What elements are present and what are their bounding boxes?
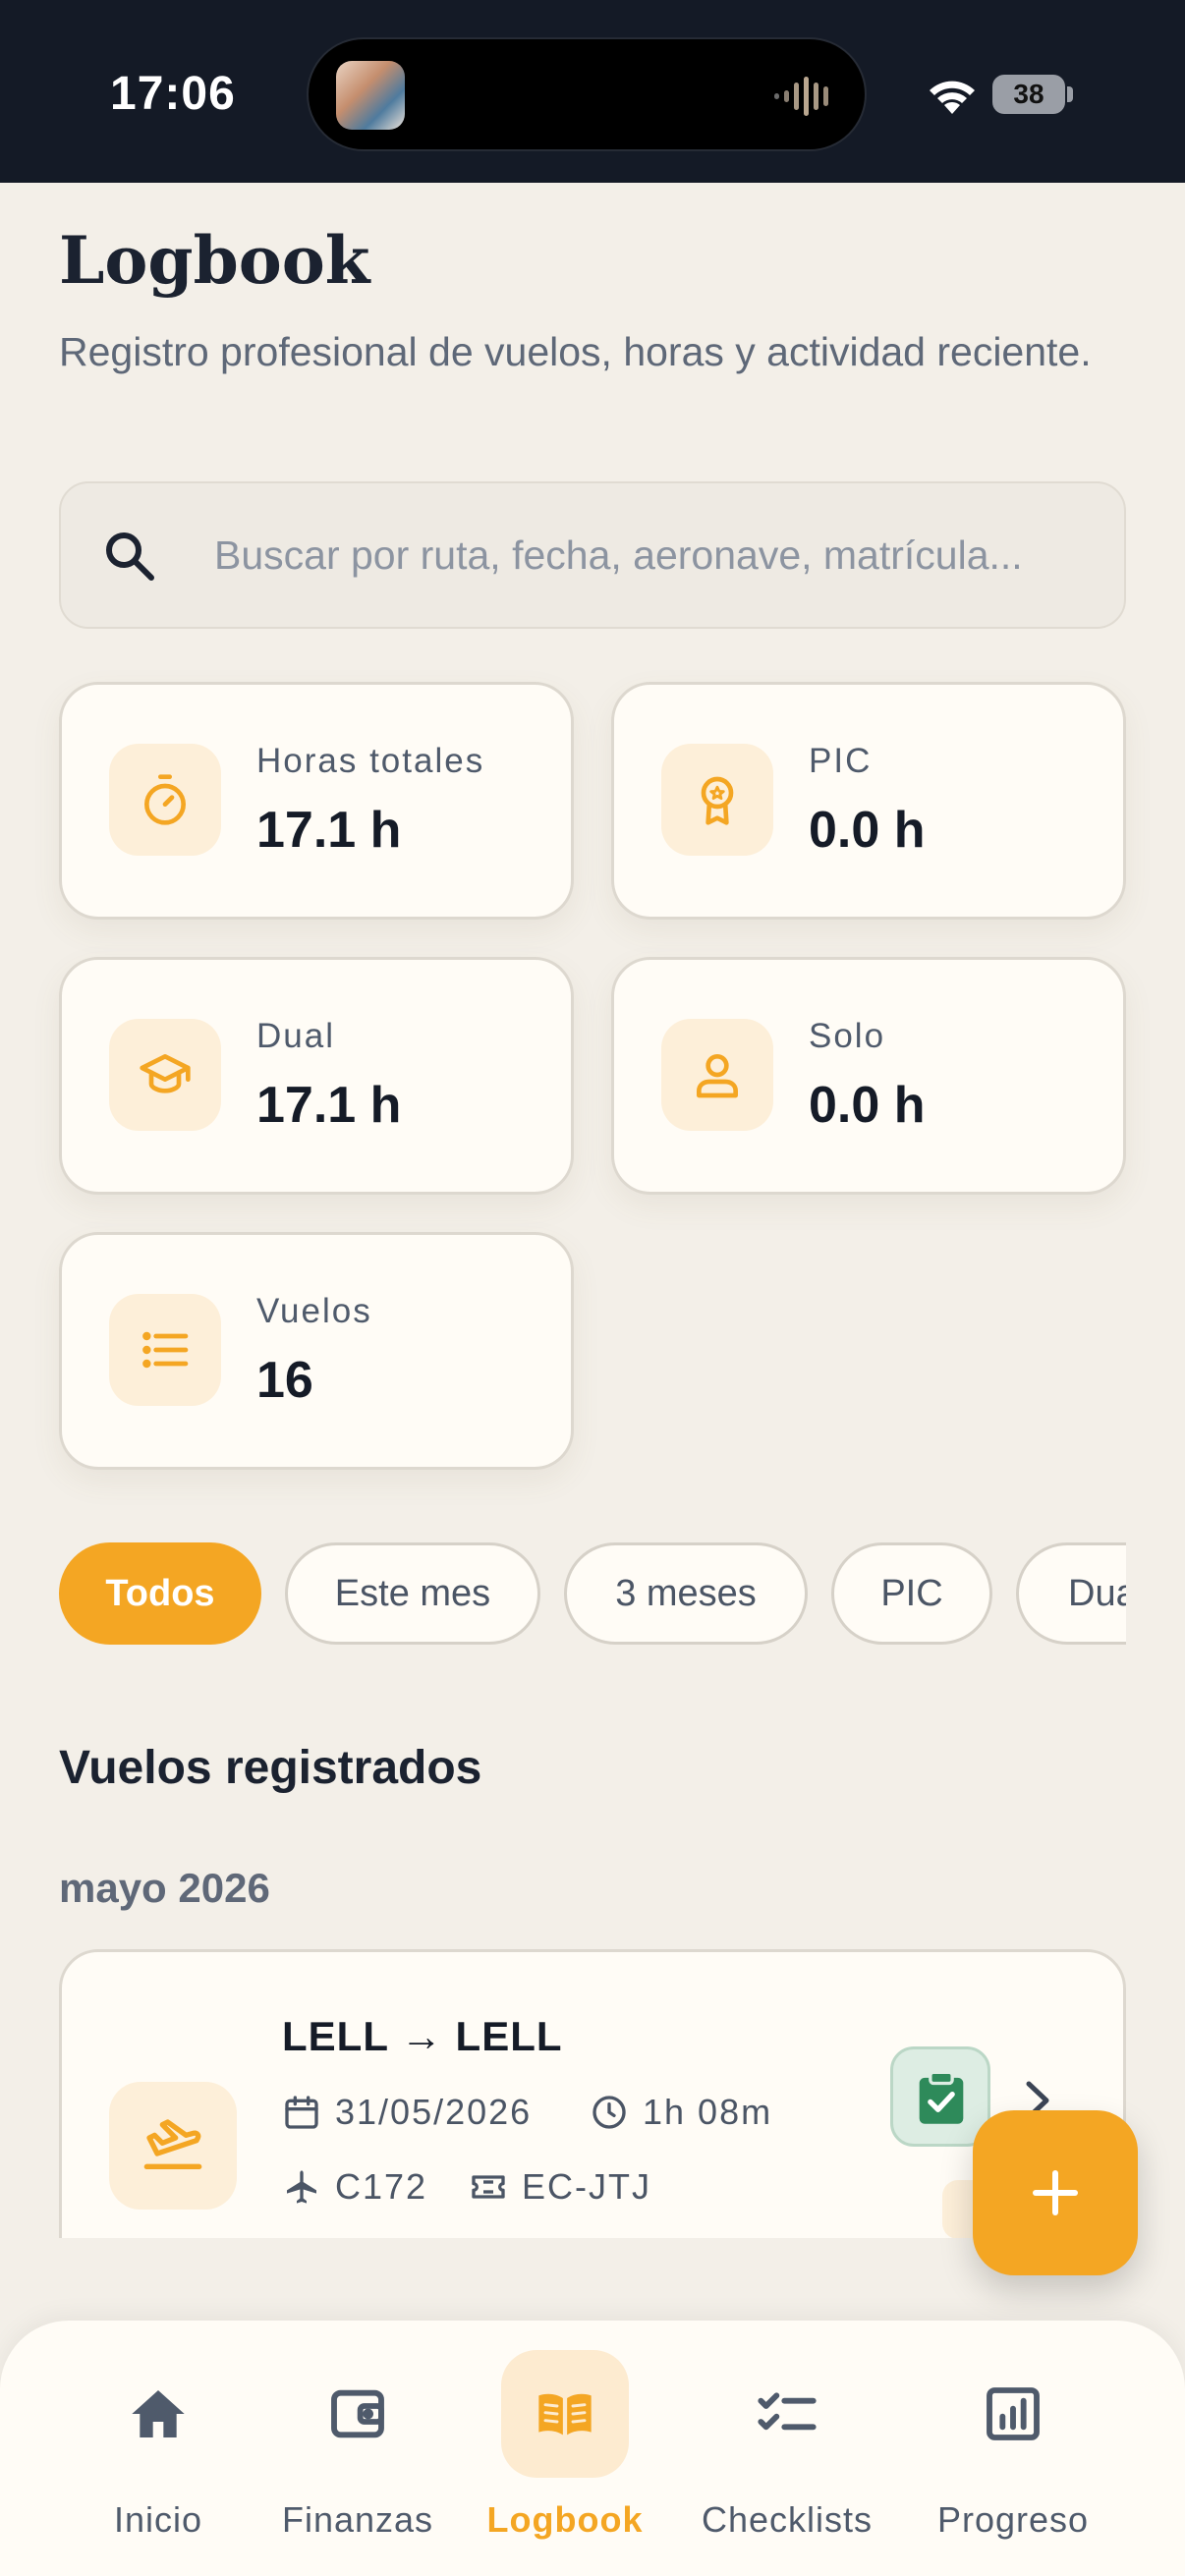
bottom-navigation: Inicio Finanzas Logbook Checklists Progr… [0, 2321, 1185, 2576]
plus-icon [1033, 2170, 1078, 2215]
nav-label: Progreso [936, 2499, 1090, 2540]
search-bar[interactable] [59, 481, 1126, 629]
clock-icon [592, 2096, 626, 2129]
flight-route: LELL → LELL [282, 2013, 563, 2059]
flight-aircraft: C172 [282, 2166, 427, 2208]
flight-registration-text: EC-JTJ [522, 2166, 651, 2207]
status-bar: 17:06 38 [0, 0, 1185, 183]
stat-card-flights[interactable]: Vuelos 16 [59, 1232, 574, 1470]
wifi-icon [930, 81, 975, 114]
nav-icon-container [294, 2350, 422, 2478]
stat-icon-container [661, 744, 773, 856]
stat-label: Dual [256, 1017, 335, 1055]
stat-card-total-hours[interactable]: Horas totales 17.1 h [59, 682, 574, 920]
nav-label: Logbook [486, 2499, 644, 2540]
nav-label: Finanzas [281, 2499, 434, 2540]
flight-list: LELL → LELL 31/05/2026 1h 08m C172 EC-JT… [59, 1949, 1126, 2238]
flight-verified-badge [890, 2046, 990, 2147]
audio-waveform-icon [774, 77, 828, 116]
badge-icon [701, 776, 734, 825]
filter-chip-pic[interactable]: PIC [831, 1542, 992, 1645]
home-icon [132, 2390, 185, 2437]
stat-label: Vuelos [256, 1292, 372, 1330]
dynamic-island[interactable] [307, 37, 867, 151]
page-title: Logbook [59, 222, 370, 299]
nav-item-inicio[interactable]: Inicio [60, 2321, 256, 2576]
wallet-icon [331, 2389, 384, 2438]
battery-indicator: 38 [992, 75, 1065, 114]
page-subtitle: Registro profesional de vuelos, horas y … [59, 329, 1092, 374]
flight-date: 31/05/2026 [282, 2092, 532, 2133]
nav-item-logbook[interactable]: Logbook [467, 2321, 663, 2576]
flight-registration: EC-JTJ [469, 2166, 651, 2208]
nav-icon-container [94, 2350, 222, 2478]
nav-icon-container [723, 2350, 851, 2478]
nav-item-finanzas[interactable]: Finanzas [259, 2321, 456, 2576]
stat-label: Solo [809, 1017, 886, 1055]
checklist-icon [758, 2392, 817, 2431]
nav-icon-container [949, 2350, 1077, 2478]
book-open-icon [538, 2393, 592, 2436]
month-header: mayo 2026 [59, 1865, 270, 1911]
flight-icon-container [109, 2082, 237, 2210]
flight-date-text: 31/05/2026 [335, 2092, 533, 2132]
search-input[interactable] [214, 483, 1099, 627]
bar-chart-icon [987, 2387, 1040, 2440]
nav-item-checklists[interactable]: Checklists [689, 2321, 885, 2576]
filter-chip-este-mes[interactable]: Este mes [285, 1542, 540, 1645]
stat-label: Horas totales [256, 742, 485, 780]
stat-card-pic[interactable]: PIC 0.0 h [611, 682, 1126, 920]
stat-value: 0.0 h [809, 1077, 926, 1134]
filter-chip-3-meses[interactable]: 3 meses [564, 1542, 808, 1645]
calendar-icon [285, 2096, 318, 2129]
add-flight-button[interactable] [973, 2110, 1138, 2275]
filter-chip-row[interactable]: Todos Este mes 3 meses PIC Dual [0, 1533, 1126, 1660]
stat-icon-container [661, 1019, 773, 1131]
filter-chip-dual[interactable]: Dual [1016, 1542, 1126, 1645]
plane-landing-icon [143, 2119, 202, 2169]
person-icon [697, 1054, 738, 1098]
stat-value: 16 [256, 1352, 313, 1409]
stat-card-solo[interactable]: Solo 0.0 h [611, 957, 1126, 1195]
search-icon [106, 532, 154, 581]
now-playing-thumbnail [336, 61, 405, 130]
nav-label: Checklists [701, 2499, 874, 2540]
stat-value: 17.1 h [256, 1077, 402, 1134]
graduation-cap-icon [140, 1054, 191, 1093]
stat-card-dual[interactable]: Dual 17.1 h [59, 957, 574, 1195]
list-icon [142, 1331, 189, 1369]
stat-icon-container [109, 1294, 221, 1406]
stopwatch-icon [144, 774, 186, 825]
stat-icon-container [109, 1019, 221, 1131]
stat-value: 17.1 h [256, 802, 402, 859]
battery-level: 38 [1013, 79, 1044, 109]
ticket-icon [472, 2175, 505, 2199]
nav-label: Inicio [113, 2499, 203, 2540]
clipboard-check-icon [919, 2070, 964, 2124]
flight-aircraft-text: C172 [335, 2166, 428, 2207]
stat-icon-container [109, 744, 221, 856]
nav-item-progreso[interactable]: Progreso [915, 2321, 1111, 2576]
nav-icon-container [501, 2350, 629, 2478]
stat-value: 0.0 h [809, 802, 926, 859]
stat-label: PIC [809, 742, 873, 780]
filter-chip-todos[interactable]: Todos [59, 1542, 261, 1645]
status-time: 17:06 [110, 68, 236, 120]
flight-card[interactable]: LELL → LELL 31/05/2026 1h 08m C172 EC-JT… [59, 1949, 1126, 2238]
airplane-icon [287, 2170, 316, 2204]
section-title: Vuelos registrados [59, 1742, 482, 1794]
battery-cap [1067, 86, 1073, 102]
flight-duration: 1h 08m [590, 2092, 772, 2133]
flight-duration-text: 1h 08m [643, 2092, 773, 2132]
